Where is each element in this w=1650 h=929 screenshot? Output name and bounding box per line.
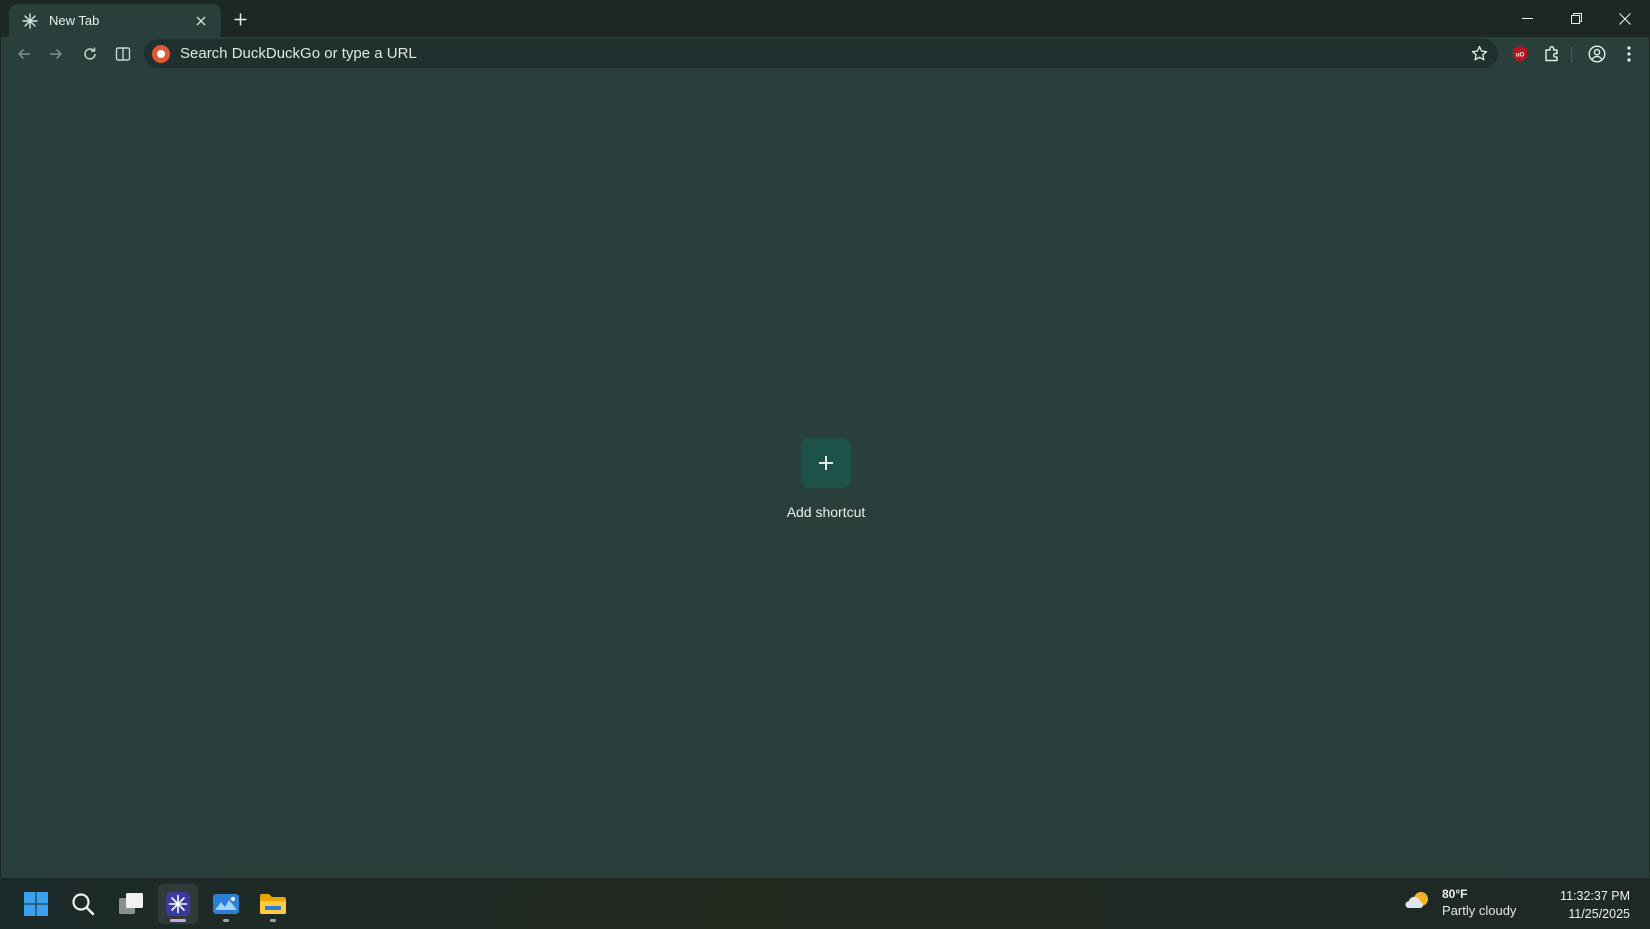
photos-icon[interactable] [206, 884, 246, 924]
browser-icon[interactable] [158, 884, 198, 924]
toolbar: uO [1, 37, 1649, 70]
menu-kebab-icon[interactable] [1616, 41, 1642, 67]
new-tab-page: Add shortcut [1, 70, 1649, 877]
running-app-indicator [270, 919, 276, 922]
minimize-icon[interactable] [1503, 0, 1551, 37]
close-icon[interactable] [1601, 0, 1649, 37]
toolbar-divider [1571, 47, 1572, 63]
duckduckgo-icon [152, 44, 170, 63]
add-shortcut-label: Add shortcut [786, 504, 866, 520]
windows-start-icon[interactable] [16, 884, 56, 924]
weather-condition: Partly cloudy [1442, 903, 1517, 918]
profile-icon[interactable] [1584, 41, 1610, 67]
clock-date: 11/25/2025 [1568, 907, 1630, 921]
tab-new-tab[interactable]: New Tab [9, 4, 221, 37]
partly-cloudy-icon [1404, 886, 1432, 919]
split-view-icon[interactable] [110, 41, 136, 67]
weather-temperature: 80°F [1442, 887, 1468, 901]
new-tab-button[interactable] [229, 8, 251, 30]
browser-asterisk-icon [21, 12, 39, 30]
system-clock[interactable]: 11:32:37 PM 11/25/2025 [1560, 887, 1630, 923]
plus-icon[interactable] [801, 438, 851, 488]
extensions-puzzle-icon[interactable] [1539, 41, 1565, 67]
browser-window: New Tab Search DuckDuckGo or type a URL … [0, 0, 1650, 877]
tab-close-icon[interactable] [191, 11, 211, 31]
back-arrow-icon[interactable] [11, 41, 37, 67]
add-shortcut-button[interactable]: Add shortcut [776, 438, 876, 528]
taskbar: 80°F Partly cloudy 11:32:37 PM 11/25/202… [0, 877, 1650, 929]
tab-strip: New Tab [1, 0, 1649, 37]
running-app-indicator [223, 919, 229, 922]
address-input[interactable] [180, 45, 1380, 62]
search-icon[interactable] [63, 884, 103, 924]
weather-widget[interactable]: 80°F Partly cloudy [1404, 886, 1516, 919]
task-view-icon[interactable] [111, 884, 151, 924]
bookmark-star-icon[interactable] [1468, 42, 1490, 64]
restore-icon[interactable] [1552, 0, 1600, 37]
forward-arrow-icon[interactable] [43, 41, 69, 67]
reload-icon[interactable] [77, 41, 103, 67]
ublock-origin-icon[interactable]: uO [1507, 41, 1533, 67]
svg-text:uO: uO [1516, 53, 1525, 59]
active-app-indicator [170, 919, 186, 922]
tab-title: New Tab [49, 13, 100, 28]
omnibox[interactable] [144, 39, 1498, 68]
clock-time: 11:32:37 PM [1560, 889, 1630, 903]
file-explorer-icon[interactable] [253, 884, 293, 924]
